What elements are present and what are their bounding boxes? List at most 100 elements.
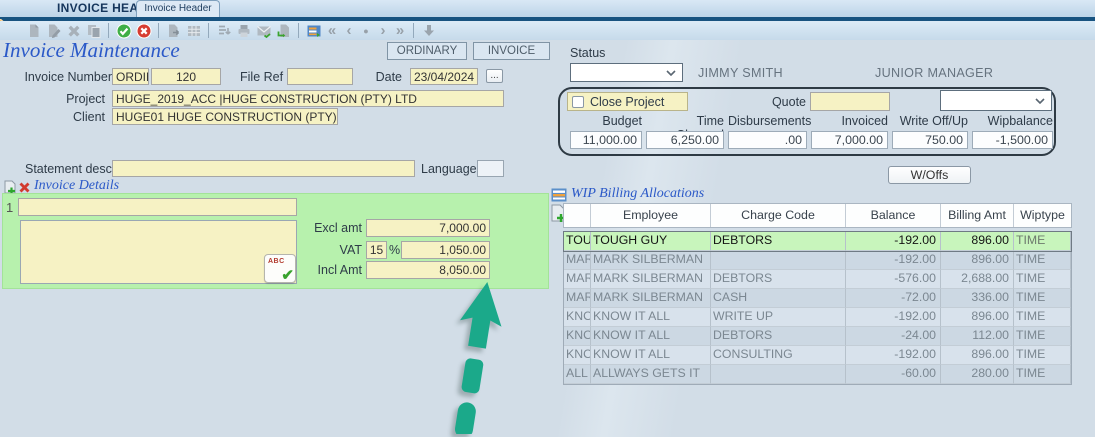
toolbar-separator <box>413 23 414 38</box>
wip-column-header[interactable]: Wiptype <box>1014 204 1071 227</box>
language-field[interactable] <box>477 160 504 177</box>
tab-invoice-header[interactable]: Invoice Header <box>136 0 220 17</box>
nav-last-icon[interactable]: » <box>393 23 407 39</box>
transfer-icon[interactable] <box>275 23 292 39</box>
client-field[interactable]: HUGE01 HUGE CONSTRUCTION (PTY) LTD <box>112 108 338 125</box>
wip-row[interactable]: KNOKNOW IT ALLCONSULTING-192.00896.00TIM… <box>564 346 1071 365</box>
wip-row[interactable]: TOUTOUGH GUYDEBTORS-192.00896.00TIME <box>564 232 1071 251</box>
close-project-control[interactable]: Close Project <box>567 92 688 111</box>
print-icon[interactable] <box>235 23 252 39</box>
summary-value-field[interactable]: -1,500.00 <box>972 131 1053 149</box>
incl-amt-label: Incl Amt <box>308 263 362 277</box>
email-icon[interactable] <box>255 23 272 39</box>
wip-cell: DEBTORS <box>711 327 846 346</box>
nav-current-icon[interactable]: ● <box>359 23 373 39</box>
wip-cell: -576.00 <box>846 270 941 289</box>
page-title: Invoice Maintenance <box>3 38 180 63</box>
wip-header-row: EmployeeCharge CodeBalanceBilling AmtWip… <box>563 203 1072 228</box>
wip-cell: TOUGH GUY <box>591 232 711 251</box>
grid-icon[interactable] <box>185 23 202 39</box>
edit-icon[interactable] <box>45 23 62 39</box>
quote-label: Quote <box>758 95 806 109</box>
invoice-prefix-field[interactable]: ORDIN <box>112 68 149 85</box>
wip-cell: KNO <box>564 327 591 346</box>
detail-notes-textarea[interactable] <box>20 220 297 284</box>
summary-value-field[interactable]: 750.00 <box>892 131 968 149</box>
nav-prev-icon[interactable]: ‹ <box>342 23 356 39</box>
summary-dropdown[interactable] <box>940 90 1052 111</box>
spellcheck-icon[interactable]: ABC ✔ <box>264 254 296 283</box>
wip-cell: 896.00 <box>941 251 1014 270</box>
wip-row[interactable]: KNOKNOW IT ALLDEBTORS-24.00112.00TIME <box>564 327 1071 346</box>
woffs-button[interactable]: W/Offs <box>888 166 971 184</box>
wip-cell: -24.00 <box>846 327 941 346</box>
wip-cell: MARK SILBERMAN <box>591 251 711 270</box>
type-invoice-box: INVOICE <box>473 42 550 60</box>
form-view-icon[interactable] <box>305 23 322 39</box>
wip-cell: -72.00 <box>846 289 941 308</box>
wip-cell: TIME <box>1014 270 1071 289</box>
export-icon[interactable] <box>165 23 182 39</box>
summary-value-field[interactable]: 6,250.00 <box>646 131 724 149</box>
manager-name: JUNIOR MANAGER <box>875 66 993 80</box>
wip-cell: 336.00 <box>941 289 1014 308</box>
wip-cell: MAR <box>564 251 591 270</box>
wip-row[interactable]: MARMARK SILBERMAN-192.00896.00TIME <box>564 251 1071 270</box>
summary-value-field[interactable]: 7,000.00 <box>811 131 888 149</box>
wip-cell: TIME <box>1014 365 1071 384</box>
project-field[interactable]: HUGE_2019_ACC |HUGE CONSTRUCTION (PTY) L… <box>112 90 504 107</box>
wip-title: WIP Billing Allocations <box>571 186 704 202</box>
wip-cell: TIME <box>1014 308 1071 327</box>
send-down-icon[interactable] <box>420 23 437 39</box>
wip-cell: TOU <box>564 232 591 251</box>
toolbar-separator <box>298 23 299 38</box>
wip-cell: 896.00 <box>941 232 1014 251</box>
wip-cell: 896.00 <box>941 308 1014 327</box>
copy-icon[interactable] <box>85 23 102 39</box>
wip-cell: -192.00 <box>846 308 941 327</box>
wip-cell: ALLWAYS GETS IT <box>591 365 711 384</box>
date-browse-button[interactable]: ... <box>486 69 503 83</box>
vat-rate-field[interactable]: 15 <box>366 241 387 259</box>
accept-icon[interactable] <box>115 23 132 39</box>
date-field[interactable]: 23/04/2024 <box>410 68 478 85</box>
summary-value-field[interactable]: .00 <box>728 131 807 149</box>
nav-next-icon[interactable]: › <box>376 23 390 39</box>
wip-cell: TIME <box>1014 232 1071 251</box>
wip-column-header[interactable]: Balance <box>846 204 941 227</box>
summary-value-field[interactable]: 11,000.00 <box>570 131 642 149</box>
wip-row[interactable]: ALLALLWAYS GETS IT-60.00280.00TIME <box>564 365 1071 384</box>
detail-description-field[interactable] <box>18 198 297 216</box>
delete-icon[interactable] <box>65 23 82 39</box>
new-document-icon[interactable] <box>25 23 42 39</box>
invoice-number-label: Invoice Number <box>20 70 112 84</box>
cancel-icon[interactable] <box>135 23 152 39</box>
wip-allocations-table: EmployeeCharge CodeBalanceBilling AmtWip… <box>563 203 1072 385</box>
file-ref-field[interactable] <box>287 68 353 85</box>
invoice-maintenance-window: INVOICE HEADER Invoice Header « ‹ ● › » <box>0 0 1095 437</box>
wip-table-icon <box>551 188 567 202</box>
status-dropdown[interactable] <box>570 63 683 82</box>
wip-cell: 280.00 <box>941 365 1014 384</box>
nav-first-icon[interactable]: « <box>325 23 339 39</box>
close-project-checkbox[interactable] <box>572 96 584 108</box>
wip-column-header[interactable]: Employee <box>591 204 711 227</box>
wip-column-header[interactable]: Billing Amt <box>941 204 1014 227</box>
vat-amount-field[interactable]: 1,050.00 <box>401 241 490 259</box>
wip-column-header[interactable]: Charge Code <box>711 204 846 227</box>
quote-field[interactable] <box>810 92 890 111</box>
excl-amt-field[interactable]: 7,000.00 <box>366 219 490 237</box>
wip-column-header[interactable] <box>564 204 591 227</box>
wip-row[interactable]: MARMARK SILBERMANDEBTORS-576.002,688.00T… <box>564 270 1071 289</box>
wip-cell <box>711 251 846 270</box>
wip-row[interactable]: KNOKNOW IT ALLWRITE UP-192.00896.00TIME <box>564 308 1071 327</box>
wip-cell: KNO <box>564 346 591 365</box>
status-label: Status <box>570 46 605 60</box>
percent-sign: % <box>389 243 401 257</box>
wip-cell: WRITE UP <box>711 308 846 327</box>
statement-desc-field[interactable] <box>112 160 415 177</box>
wip-cell: 2,688.00 <box>941 270 1014 289</box>
sort-icon[interactable] <box>215 23 232 39</box>
invoice-number-field[interactable]: 120 <box>151 68 221 85</box>
wip-row[interactable]: MARMARK SILBERMANCASH-72.00336.00TIME <box>564 289 1071 308</box>
